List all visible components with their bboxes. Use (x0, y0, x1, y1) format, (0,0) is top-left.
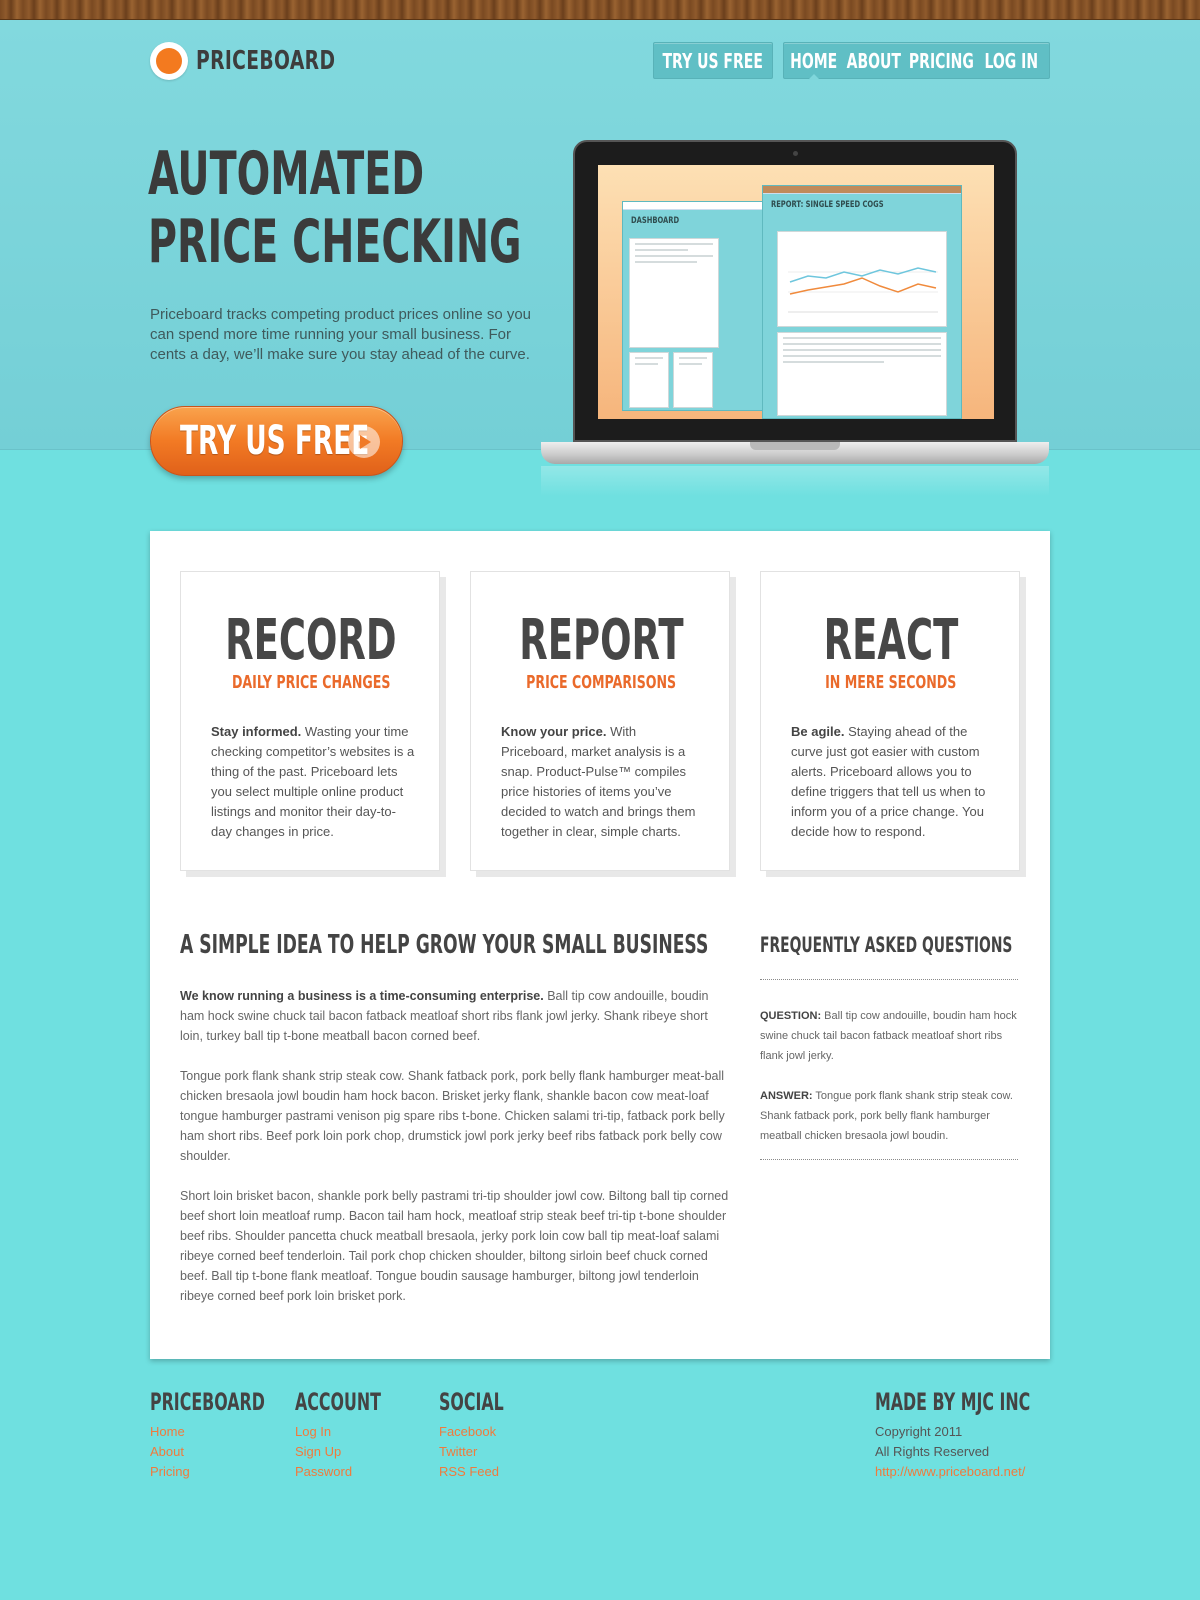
report-screenshot: REPORT: SINGLE SPEED COGS (762, 185, 962, 419)
footer-heading: ACCOUNT (295, 1388, 381, 1416)
hero-title-line1: AUTOMATED (148, 139, 425, 209)
laptop-screen: DASHBOARD REPORT: SINGLE SPEED COGS (598, 165, 994, 419)
main-nav: HOME ABOUT PRICING LOG IN (783, 42, 1050, 80)
feature-card-record: RECORD DAILY PRICE CHANGES Stay informed… (180, 571, 440, 871)
footer-heading: PRICEBOARD (150, 1388, 265, 1416)
nav-pricing-label: PRICING (908, 48, 974, 73)
footer-link-rss[interactable]: RSS Feed (439, 1462, 537, 1482)
cta-label: TRY US FREE (180, 418, 370, 464)
laptop-illustration: DASHBOARD REPORT: SINGLE SPEED COGS (541, 140, 1049, 496)
feature-body: Stay informed. Wasting your time checkin… (211, 722, 416, 842)
footer-copyright: Copyright 2011 (875, 1424, 963, 1439)
try-us-free-cta-button[interactable]: TRY US FREE (150, 406, 403, 476)
nav-about[interactable]: ABOUT (842, 42, 906, 79)
nav-home-label: HOME (790, 48, 838, 73)
feature-card-react: REACT IN MERE SECONDS Be agile. Staying … (760, 571, 1020, 871)
footer-heading: MADE BY MJC INC (875, 1388, 1031, 1416)
camera-icon (793, 151, 798, 156)
faq-question: QUESTION: Ball tip cow andouille, boudin… (760, 1006, 1018, 1066)
faq-answer-label: ANSWER: (760, 1090, 813, 1102)
about-title-text: A SIMPLE IDEA TO HELP GROW YOUR SMALL BU… (180, 930, 709, 960)
feature-card-report: REPORT PRICE COMPARISONS Know your price… (470, 571, 730, 871)
feature-lead: Stay informed. (211, 724, 302, 739)
nav-home[interactable]: HOME (786, 42, 842, 80)
footer-link-twitter[interactable]: Twitter (439, 1442, 537, 1462)
about-paragraph-1: We know running a business is a time-con… (180, 986, 730, 1046)
nav-about-label: ABOUT (846, 48, 902, 73)
footer-col-social: SOCIAL Facebook Twitter RSS Feed (439, 1388, 537, 1482)
feature-lead: Be agile. (791, 724, 845, 739)
about-paragraph-2: Tongue pork flank shank strip steak cow.… (180, 1069, 725, 1163)
try-us-free-nav-button[interactable]: TRY US FREE (653, 42, 773, 79)
feature-body: Be agile. Staying ahead of the curve jus… (791, 722, 996, 842)
footer-heading: SOCIAL (439, 1388, 504, 1416)
hero-description: Priceboard tracks competing product pric… (150, 306, 532, 363)
wood-header-strip (0, 0, 1200, 20)
logo-circle-icon (150, 42, 188, 80)
logo[interactable]: PRICEBOARD (150, 42, 390, 80)
feature-title: REACT (823, 608, 959, 673)
faq-divider-bottom (760, 1159, 1018, 1160)
feature-subtitle: IN MERE SECONDS (825, 672, 957, 693)
laptop-lid: DASHBOARD REPORT: SINGLE SPEED COGS (573, 140, 1017, 442)
faq-divider-top (760, 979, 1018, 980)
mini-card (629, 352, 669, 408)
faq-title: FREQUENTLY ASKED QUESTIONS (760, 933, 1142, 958)
logo-text: PRICEBOARD (196, 46, 336, 76)
price-history-chart (777, 231, 947, 327)
faq-question-label: QUESTION: (760, 1010, 822, 1022)
footer-link-password[interactable]: Password (295, 1462, 425, 1482)
report-screenshot-title: REPORT: SINGLE SPEED COGS (771, 200, 884, 210)
feature-subtitle: PRICE COMPARISONS (526, 672, 676, 693)
footer-link-facebook[interactable]: Facebook (439, 1422, 537, 1442)
faq-title-text: FREQUENTLY ASKED QUESTIONS (760, 933, 1013, 957)
feature-text: Wasting your time checking competitor’s … (211, 724, 415, 839)
nav-pricing[interactable]: PRICING (906, 42, 976, 79)
feature-text: With Priceboard, market analysis is a sn… (501, 724, 696, 839)
mini-card (673, 352, 713, 408)
hero-title-line2: PRICE CHECKING (148, 207, 522, 277)
footer-col-account: ACCOUNT Log In Sign Up Password (295, 1388, 425, 1482)
current-prices-card (777, 332, 947, 416)
footer-col-credits: MADE BY MJC INC Copyright 2011 All Right… (875, 1388, 1110, 1482)
faq-answer: ANSWER: Tongue pork flank shank strip st… (760, 1086, 1018, 1146)
laptop-reflection (541, 466, 1049, 496)
feature-text: Staying ahead of the curve just got easi… (791, 724, 986, 839)
footer-link-signup[interactable]: Sign Up (295, 1442, 425, 1462)
price-history-svg (788, 267, 938, 313)
footer-rights: All Rights Reserved (875, 1444, 990, 1459)
feature-subtitle: DAILY PRICE CHANGES (231, 672, 391, 693)
dashboard-screenshot-title: DASHBOARD (631, 216, 680, 226)
feature-lead: Know your price. (501, 724, 607, 739)
footer-link-login[interactable]: Log In (295, 1422, 425, 1442)
nav-login-label: LOG IN (984, 48, 1038, 73)
mini-card (629, 238, 719, 348)
nav-login[interactable]: LOG IN (976, 42, 1046, 79)
about-lead: We know running a business is a time-con… (180, 989, 544, 1003)
about-paragraph-3: Short loin brisket bacon, shankle pork b… (180, 1189, 729, 1303)
feature-body: Know your price. With Priceboard, market… (501, 722, 706, 842)
try-us-free-nav-label: TRY US FREE (662, 48, 764, 73)
main-content-card: RECORD DAILY PRICE CHANGES Stay informed… (150, 531, 1050, 1359)
dashboard-screenshot: DASHBOARD (622, 201, 772, 411)
laptop-notch (750, 442, 840, 450)
feature-title: REPORT (518, 608, 684, 673)
footer-site-link[interactable]: http://www.priceboard.net/ (875, 1462, 1110, 1482)
play-icon (348, 426, 380, 458)
feature-title: RECORD (225, 608, 397, 673)
